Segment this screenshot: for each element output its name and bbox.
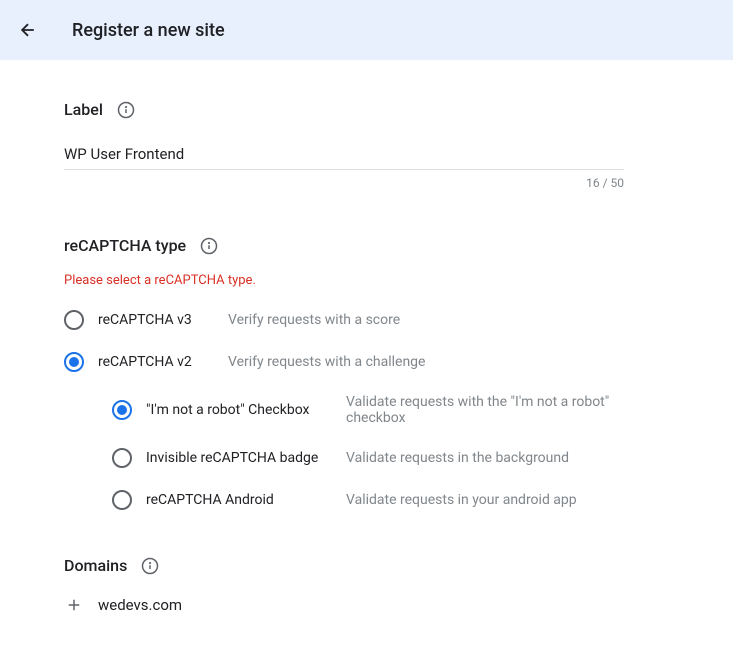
radio-button[interactable] bbox=[64, 310, 84, 330]
page-header: Register a new site bbox=[0, 0, 733, 60]
page-title: Register a new site bbox=[72, 20, 225, 41]
type-section-header: reCAPTCHA type bbox=[64, 236, 669, 255]
info-icon[interactable] bbox=[117, 101, 135, 119]
v2-sub-options: "I'm not a robot" Checkbox Validate requ… bbox=[112, 394, 669, 510]
info-icon[interactable] bbox=[141, 557, 159, 575]
type-error: Please select a reCAPTCHA type. bbox=[64, 273, 669, 288]
radio-invisible-option[interactable]: Invisible reCAPTCHA badge Validate reque… bbox=[112, 448, 669, 468]
radio-desc: Validate requests with the "I'm not a ro… bbox=[346, 394, 669, 426]
radio-recaptcha-v2[interactable]: reCAPTCHA v2 Verify requests with a chal… bbox=[64, 352, 669, 372]
radio-label: reCAPTCHA v3 bbox=[98, 312, 214, 328]
radio-label: reCAPTCHA v2 bbox=[98, 354, 214, 370]
label-section-header: Label bbox=[64, 100, 669, 119]
radio-label: "I'm not a robot" Checkbox bbox=[146, 402, 332, 418]
radio-android-option[interactable]: reCAPTCHA Android Validate requests in y… bbox=[112, 490, 669, 510]
domain-row: wedevs.com bbox=[64, 595, 669, 615]
recaptcha-type-section: reCAPTCHA type Please select a reCAPTCHA… bbox=[64, 236, 669, 510]
label-section: Label 16 / 50 bbox=[64, 100, 669, 190]
radio-button[interactable] bbox=[112, 400, 132, 420]
form-content: Label 16 / 50 reCAPTCHA type bbox=[0, 60, 733, 645]
label-title: Label bbox=[64, 100, 103, 119]
radio-recaptcha-v3[interactable]: reCAPTCHA v3 Verify requests with a scor… bbox=[64, 310, 669, 330]
char-count: 16 / 50 bbox=[64, 176, 624, 190]
domain-item[interactable]: wedevs.com bbox=[98, 596, 182, 614]
domains-title: Domains bbox=[64, 556, 127, 575]
radio-label: reCAPTCHA Android bbox=[146, 492, 332, 508]
radio-desc: Validate requests in your android app bbox=[346, 492, 577, 508]
info-icon[interactable] bbox=[200, 237, 218, 255]
radio-button[interactable] bbox=[64, 352, 84, 372]
radio-desc: Verify requests with a score bbox=[228, 312, 400, 328]
radio-button[interactable] bbox=[112, 448, 132, 468]
radio-desc: Validate requests in the background bbox=[346, 450, 569, 466]
radio-button[interactable] bbox=[112, 490, 132, 510]
radio-desc: Verify requests with a challenge bbox=[228, 354, 425, 370]
domains-section: Domains wedevs.com bbox=[64, 556, 669, 615]
plus-icon[interactable] bbox=[64, 595, 84, 615]
radio-recaptcha-v2-wrapper: reCAPTCHA v2 Verify requests with a chal… bbox=[64, 352, 669, 510]
back-arrow-icon[interactable] bbox=[16, 18, 40, 42]
label-input[interactable] bbox=[64, 137, 624, 170]
type-radio-group: reCAPTCHA v3 Verify requests with a scor… bbox=[64, 310, 669, 510]
radio-label: Invisible reCAPTCHA badge bbox=[146, 450, 332, 466]
type-title: reCAPTCHA type bbox=[64, 236, 186, 255]
radio-checkbox-option[interactable]: "I'm not a robot" Checkbox Validate requ… bbox=[112, 394, 669, 426]
domains-section-header: Domains bbox=[64, 556, 669, 575]
